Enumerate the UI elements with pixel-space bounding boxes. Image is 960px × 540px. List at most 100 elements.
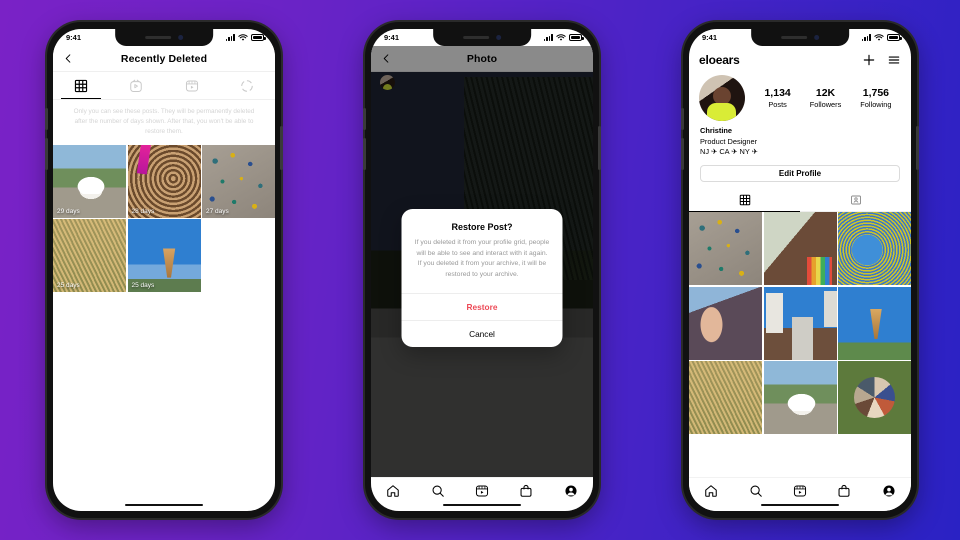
screen-profile: 9:41 eloears 1,134 Posts 12K Followers 1… bbox=[689, 29, 911, 511]
wifi-icon bbox=[556, 33, 566, 42]
home-icon[interactable] bbox=[386, 484, 400, 498]
days-remaining-label: 28 days bbox=[131, 207, 155, 215]
wifi-icon bbox=[238, 33, 248, 42]
front-camera-icon bbox=[495, 35, 501, 40]
grid-item[interactable] bbox=[689, 361, 762, 435]
dialog-title: Restore Post? bbox=[451, 222, 513, 232]
search-icon[interactable] bbox=[749, 484, 763, 498]
deleted-tab-strip bbox=[53, 72, 275, 100]
page-title: Recently Deleted bbox=[120, 52, 208, 65]
thumbnail-image bbox=[838, 286, 911, 360]
thumbnail-image bbox=[838, 361, 911, 435]
stat-following[interactable]: 1,756 Following bbox=[860, 87, 891, 109]
thumbnail-image bbox=[689, 361, 762, 435]
avatar[interactable] bbox=[699, 75, 745, 121]
stat-label: Posts bbox=[768, 100, 787, 109]
status-time: 9:41 bbox=[66, 33, 82, 42]
tab-igtv[interactable] bbox=[109, 72, 165, 99]
days-remaining-label: 25 days bbox=[57, 282, 80, 290]
profile-icon[interactable] bbox=[564, 484, 578, 498]
tab-grid[interactable] bbox=[53, 72, 109, 99]
edit-profile-button[interactable]: Edit Profile bbox=[700, 165, 900, 183]
profile-icon[interactable] bbox=[882, 484, 896, 498]
grid-item[interactable] bbox=[838, 286, 911, 360]
battery-icon bbox=[251, 34, 266, 41]
stat-value: 12K bbox=[815, 87, 836, 99]
profile-bio: Christine Product Designer NJ ✈ CA ✈ NY … bbox=[689, 121, 911, 158]
stat-label: Following bbox=[860, 100, 892, 109]
tab-grid[interactable] bbox=[689, 189, 800, 213]
reels-icon[interactable] bbox=[475, 484, 489, 498]
deleted-posts-grid: 29 days 28 days 27 days 25 days 25 days bbox=[53, 144, 275, 293]
cellular-signal-icon bbox=[543, 34, 553, 41]
shop-icon[interactable] bbox=[837, 484, 851, 498]
notch bbox=[115, 29, 213, 46]
grid-item[interactable] bbox=[689, 286, 762, 360]
days-remaining-label: 29 days bbox=[57, 207, 80, 215]
grid-item[interactable] bbox=[689, 212, 762, 286]
status-time: 9:41 bbox=[702, 33, 718, 42]
restore-post-dialog: Restore Post? If you deleted it from you… bbox=[401, 209, 563, 348]
grid-item[interactable] bbox=[763, 361, 837, 435]
thumbnail-image bbox=[689, 212, 762, 286]
shop-icon[interactable] bbox=[519, 484, 533, 498]
deleted-post-item[interactable]: 25 days bbox=[127, 219, 201, 293]
home-indicator bbox=[761, 503, 839, 506]
deleted-post-item[interactable]: 25 days bbox=[53, 219, 126, 293]
stats-group: 1,134 Posts 12K Followers 1,756 Followin… bbox=[755, 87, 901, 109]
search-icon[interactable] bbox=[431, 484, 445, 498]
cellular-signal-icon bbox=[225, 34, 235, 41]
deleted-post-item[interactable]: 27 days bbox=[202, 144, 275, 218]
tab-tagged[interactable] bbox=[800, 189, 911, 211]
deleted-grid-empty-slot bbox=[202, 219, 275, 293]
reels-icon[interactable] bbox=[793, 484, 807, 498]
grid-item[interactable] bbox=[838, 361, 911, 435]
profile-post-grid bbox=[689, 212, 911, 435]
thumbnail-image bbox=[838, 212, 911, 286]
power-button[interactable] bbox=[598, 126, 601, 170]
thumbnail-image bbox=[763, 361, 837, 435]
thumbnail-image bbox=[689, 286, 762, 360]
bio-name: Christine bbox=[700, 126, 733, 135]
deleted-post-item[interactable]: 29 days bbox=[53, 144, 126, 218]
power-button[interactable] bbox=[280, 126, 283, 170]
status-time: 9:41 bbox=[384, 33, 400, 42]
phone-photo-restore: 9:41 Photo eloears ••• bbox=[363, 22, 601, 518]
dialog-body: If you deleted it from your profile grid… bbox=[414, 239, 550, 278]
grid-item[interactable] bbox=[763, 212, 837, 286]
phone-profile: 9:41 eloears 1,134 Posts 12K Followers 1… bbox=[681, 22, 919, 518]
avatar-face bbox=[712, 86, 732, 106]
screen-recently-deleted: 9:41 Recently Deleted Only you can see t… bbox=[53, 29, 275, 511]
phone-recently-deleted: 9:41 Recently Deleted Only you can see t… bbox=[45, 22, 283, 518]
battery-icon bbox=[887, 34, 902, 41]
hamburger-icon[interactable] bbox=[887, 53, 901, 67]
chevron-left-icon[interactable] bbox=[62, 53, 74, 65]
wifi-icon bbox=[874, 33, 884, 42]
profile-stats-row: 1,134 Posts 12K Followers 1,756 Followin… bbox=[689, 71, 911, 121]
screen-photo-restore: 9:41 Photo eloears ••• bbox=[371, 29, 593, 511]
bio-role: Product Designer bbox=[700, 136, 758, 146]
notch bbox=[751, 29, 849, 46]
tab-stories-circle[interactable] bbox=[220, 72, 276, 99]
grid-item[interactable] bbox=[763, 286, 837, 360]
grid-item[interactable] bbox=[838, 212, 911, 286]
speaker-grille bbox=[780, 36, 807, 39]
deleted-post-item[interactable]: 28 days bbox=[127, 144, 201, 218]
deleted-help-text: Only you can see these posts. They will … bbox=[73, 108, 255, 135]
plus-icon[interactable] bbox=[862, 53, 876, 67]
cancel-button[interactable]: Cancel bbox=[401, 320, 563, 347]
speaker-grille bbox=[144, 36, 171, 39]
tab-reels[interactable] bbox=[164, 72, 220, 99]
home-indicator bbox=[443, 503, 521, 506]
front-camera-icon bbox=[177, 35, 183, 40]
profile-header: eloears bbox=[689, 46, 911, 71]
home-icon[interactable] bbox=[704, 484, 718, 498]
profile-tab-strip bbox=[689, 189, 911, 213]
restore-button[interactable]: Restore bbox=[401, 293, 563, 320]
stat-posts[interactable]: 1,134 Posts bbox=[764, 87, 790, 109]
cellular-signal-icon bbox=[861, 34, 871, 41]
profile-username[interactable]: eloears bbox=[699, 53, 740, 67]
days-remaining-label: 25 days bbox=[131, 282, 155, 290]
power-button[interactable] bbox=[916, 126, 919, 170]
stat-followers[interactable]: 12K Followers bbox=[810, 87, 842, 109]
